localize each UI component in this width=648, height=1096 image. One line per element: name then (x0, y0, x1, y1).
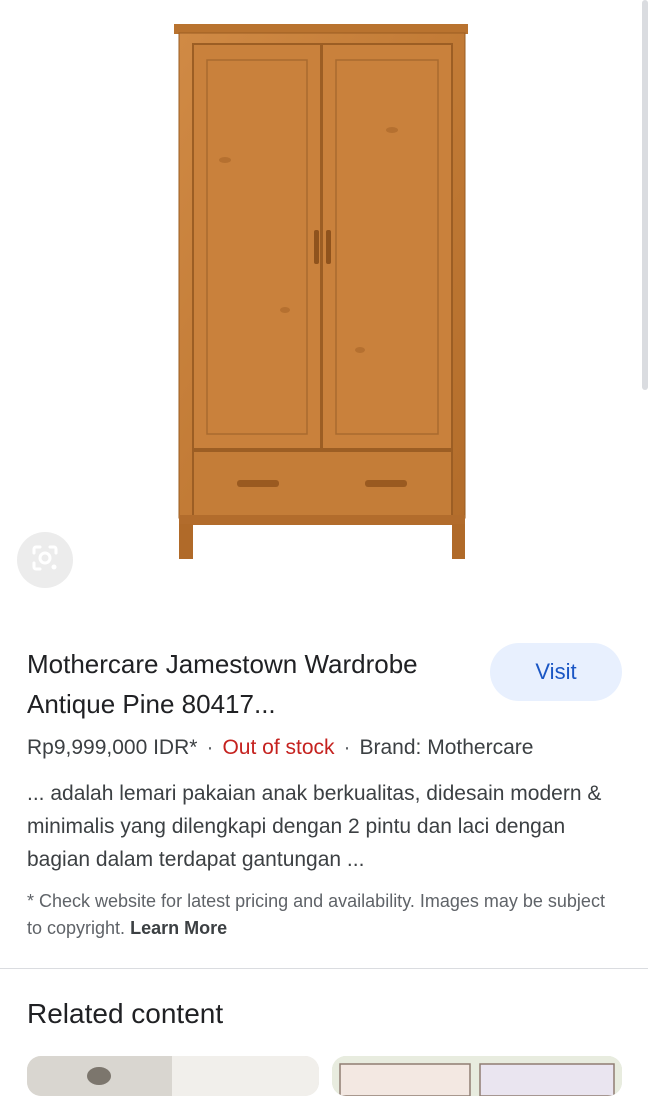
related-content-heading: Related content (27, 998, 224, 1029)
disclaimer: * Check website for latest pricing and a… (27, 888, 617, 942)
product-image[interactable] (0, 0, 648, 605)
brand: Brand: Mothercare (359, 736, 534, 759)
product-meta: Rp9,999,000 IDR* · Out of stock · Brand: Mot… (27, 736, 533, 760)
related-thumbnail-image (332, 1056, 622, 1096)
separator-dot: · (206, 736, 214, 759)
related-item-thumbnail[interactable] (27, 1056, 319, 1096)
stock-status: Out of stock (222, 736, 335, 759)
product-title[interactable]: Mothercare Jamestown Wardrobe Antique Pi… (27, 644, 477, 724)
learn-more-link[interactable]: Learn More (130, 918, 227, 938)
wardrobe-image (174, 24, 468, 559)
visit-button[interactable]: Visit (490, 643, 622, 701)
related-thumbnail-image (27, 1056, 319, 1096)
divider (0, 968, 648, 969)
disclaimer-text: * Check website for latest pricing and a… (27, 891, 605, 938)
lens-icon (30, 543, 60, 578)
related-item-thumbnail[interactable] (332, 1056, 622, 1096)
scrollbar[interactable] (642, 0, 648, 390)
separator-dot: · (343, 736, 351, 759)
product-description: ... adalah lemari pakaian anak berkualit… (27, 782, 602, 871)
price: Rp9,999,000 IDR* (27, 736, 198, 759)
lens-button[interactable] (17, 532, 73, 588)
